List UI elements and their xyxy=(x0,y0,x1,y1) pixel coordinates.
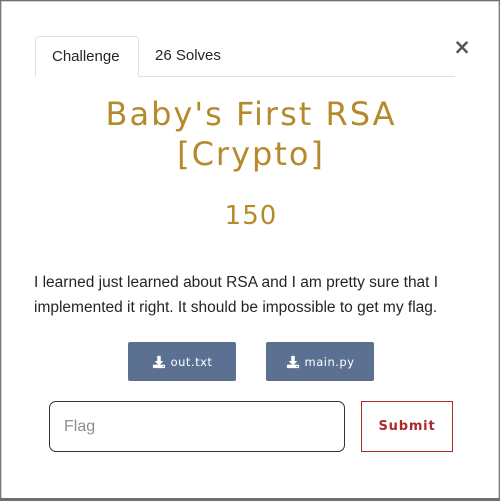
challenge-value: 150 xyxy=(224,201,278,231)
flag-input[interactable] xyxy=(49,401,345,452)
challenge-title-line2: [Crypto] xyxy=(177,135,325,173)
tab-solves[interactable]: 26 Solves xyxy=(139,36,237,77)
download-icon xyxy=(286,355,299,368)
challenge-description: I learned just learned about RSA and I a… xyxy=(34,270,474,320)
description-line2: implemented it right. It should be impos… xyxy=(34,299,438,316)
file-label: main.py xyxy=(304,354,355,369)
tab-challenge[interactable]: Challenge xyxy=(35,36,139,77)
file-download-out-txt[interactable]: out.txt xyxy=(128,342,236,381)
challenge-title: Baby's First RSA [Crypto] xyxy=(2,94,500,174)
file-download-main-py[interactable]: main.py xyxy=(266,342,374,381)
challenge-modal: × Challenge 26 Solves Baby's First RSA [… xyxy=(1,1,499,500)
description-line1: I learned just learned about RSA and I a… xyxy=(34,274,439,291)
submit-button[interactable]: Submit xyxy=(361,401,453,452)
challenge-tabs: Challenge 26 Solves xyxy=(35,36,455,77)
download-icon xyxy=(152,355,165,368)
file-label: out.txt xyxy=(170,354,213,369)
challenge-title-line1: Baby's First RSA xyxy=(105,95,397,133)
